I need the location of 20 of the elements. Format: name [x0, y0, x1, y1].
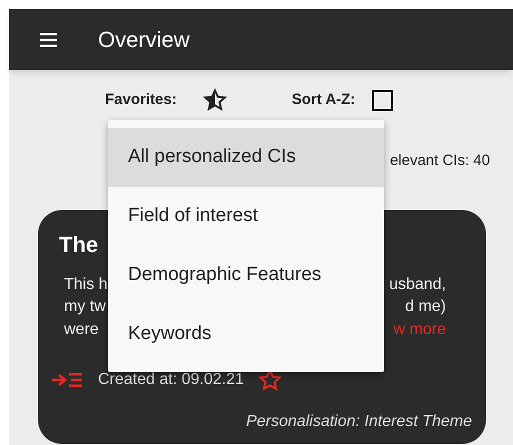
sort-checkbox[interactable] — [372, 90, 394, 110]
menu-item[interactable]: All personalized CIs — [108, 128, 384, 187]
favorites-star-icon[interactable] — [202, 88, 227, 112]
body-text: d me) — [405, 297, 446, 317]
relevant-count: elevant CIs: 40 — [390, 151, 490, 171]
created-date: Created at: 09.02.21 — [98, 370, 244, 390]
menu-item[interactable]: Demographic Features — [108, 246, 384, 305]
body-text: were — [64, 320, 99, 340]
body-text: usband, — [389, 274, 446, 294]
body-text: This h — [64, 274, 108, 294]
card-title: The — [59, 230, 98, 258]
menu-item[interactable]: Keywords — [108, 305, 384, 364]
favorites-label: Favorites: — [105, 90, 177, 110]
menu-icon[interactable] — [40, 32, 57, 46]
personalisation-text: Personalisation: Interest Theme — [246, 412, 472, 432]
page-title: Overview — [98, 26, 190, 54]
menu-item[interactable]: Field of interest — [108, 187, 384, 246]
indent-icon — [52, 372, 83, 388]
sort-label: Sort A-Z: — [292, 90, 356, 110]
body-text: my tw — [64, 297, 106, 317]
